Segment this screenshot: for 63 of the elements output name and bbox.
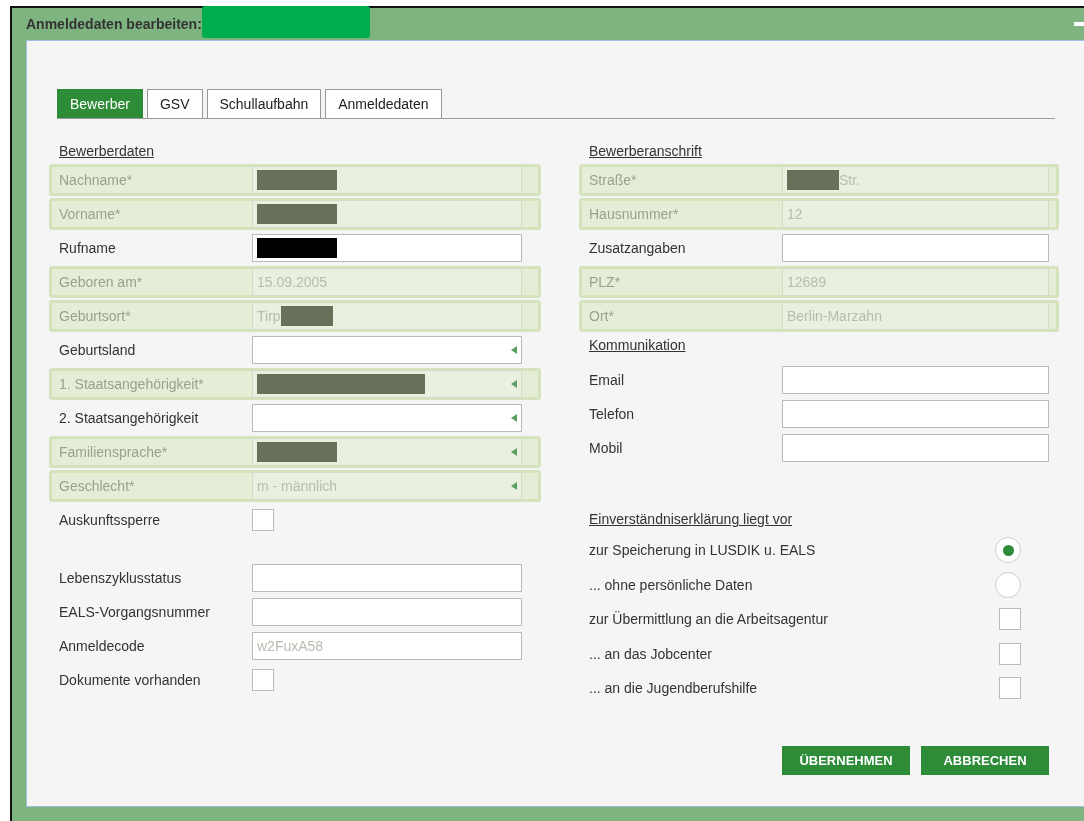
tab[interactable]: Schullaufbahn bbox=[206, 89, 322, 118]
field-label: Telefon bbox=[589, 406, 636, 422]
cancel-button[interactable]: ABBRECHEN bbox=[921, 745, 1049, 775]
input-field[interactable] bbox=[252, 598, 522, 626]
input-field[interactable] bbox=[252, 234, 522, 262]
field-label: Geburtsland bbox=[59, 342, 137, 358]
input-field[interactable] bbox=[782, 434, 1049, 462]
field-label: 2. Staatsangehörigkeit bbox=[59, 410, 200, 426]
option-label: ... an die Jugendberufshilfe bbox=[589, 680, 758, 697]
field-label: Zusatzangaben bbox=[589, 240, 687, 256]
option-label: ... an das Jobcenter bbox=[589, 645, 712, 662]
select-field[interactable] bbox=[252, 336, 522, 364]
dropdown-arrow-icon bbox=[511, 380, 517, 388]
checkbox[interactable] bbox=[999, 677, 1021, 700]
field-label: Straße* bbox=[589, 172, 638, 188]
input-field[interactable] bbox=[252, 564, 522, 592]
field-label: Nachname* bbox=[59, 172, 134, 188]
minimize-icon[interactable] bbox=[1074, 22, 1084, 26]
dropdown-arrow-icon bbox=[511, 346, 517, 354]
input-field[interactable]: w2FuxA58 bbox=[252, 632, 522, 660]
option-label: ... ohne persönliche Daten bbox=[589, 576, 753, 593]
tab[interactable]: GSV bbox=[146, 89, 203, 118]
tab[interactable]: Anmeldedaten bbox=[325, 89, 442, 118]
input-field[interactable] bbox=[782, 366, 1049, 394]
section-heading: Kommunikation bbox=[589, 336, 686, 355]
checkbox[interactable] bbox=[999, 642, 1021, 665]
section-heading: Bewerberdaten bbox=[59, 142, 154, 161]
field-label: 1. Staatsangehörigkeit* bbox=[59, 376, 205, 392]
option-label: zur Speicherung in LUSDIK u. EALS bbox=[589, 542, 816, 559]
input-field[interactable] bbox=[782, 400, 1049, 428]
apply-button[interactable]: ÜBERNEHMEN bbox=[782, 745, 910, 775]
field-label: Geboren am* bbox=[59, 274, 144, 290]
field-label: Mobil bbox=[589, 440, 624, 456]
field-label: PLZ* bbox=[589, 274, 622, 290]
checkbox[interactable] bbox=[252, 509, 274, 531]
field-value: w2FuxA58 bbox=[257, 638, 324, 654]
section-heading: Einverständniserklärung liegt vor bbox=[589, 510, 793, 529]
option-label: zur Übermittlung an die Arbeitsagentur bbox=[589, 611, 828, 628]
field-label: Anmeldecode bbox=[59, 638, 146, 654]
field-label: Ort* bbox=[589, 308, 615, 324]
field-label: Dokumente vorhanden bbox=[59, 672, 202, 688]
checkbox[interactable] bbox=[252, 669, 274, 691]
field-label: EALS-Vorgangsnummer bbox=[59, 604, 211, 620]
field-label: Familiensprache* bbox=[59, 444, 169, 460]
select-field[interactable] bbox=[252, 404, 522, 432]
field-label: Vorname* bbox=[59, 206, 122, 222]
tab[interactable]: Bewerber bbox=[57, 89, 143, 118]
window-title: Anmeldedaten bearbeiten: bbox=[26, 16, 202, 32]
dropdown-arrow-icon bbox=[511, 414, 517, 422]
field-label: Lebenszyklusstatus bbox=[59, 570, 183, 586]
field-label: Geschlecht* bbox=[59, 478, 136, 494]
field-label: Hausnummer* bbox=[589, 206, 680, 222]
dropdown-arrow-icon bbox=[511, 448, 517, 456]
field-label: Geburtsort* bbox=[59, 308, 132, 324]
field-label: Rufname bbox=[59, 240, 117, 256]
field-label: Email bbox=[589, 372, 625, 388]
dropdown-arrow-icon bbox=[511, 482, 517, 490]
radio-button[interactable] bbox=[995, 571, 1021, 598]
checkbox[interactable] bbox=[999, 608, 1021, 631]
input-field[interactable] bbox=[782, 234, 1049, 262]
field-label: Auskunftssperre bbox=[59, 512, 162, 528]
radio-button[interactable] bbox=[995, 537, 1021, 564]
section-heading: Bewerberanschrift bbox=[589, 142, 702, 161]
